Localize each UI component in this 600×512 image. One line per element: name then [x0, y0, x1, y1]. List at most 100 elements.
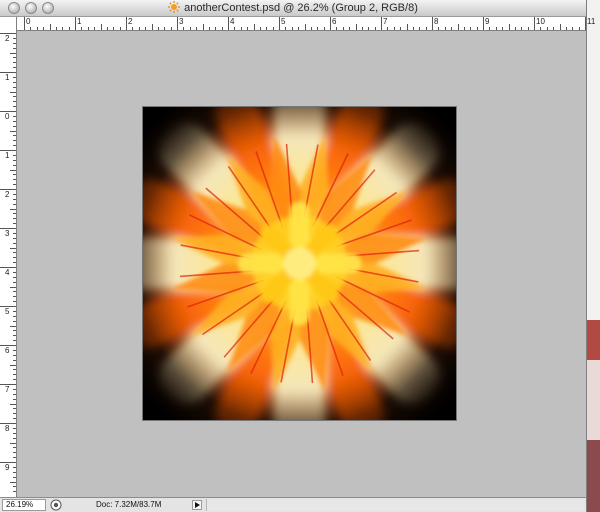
- zoom-field[interactable]: 26.19%: [2, 499, 46, 511]
- ruler-minor-tick: [10, 247, 16, 249]
- ruler-minor-tick: [310, 27, 312, 30]
- horizontal-scrollbar[interactable]: [206, 499, 584, 511]
- photoshop-document-icon: [168, 1, 181, 13]
- ruler-label: 7: [5, 385, 10, 394]
- ruler-major-tick: [279, 17, 280, 30]
- ruler-minor-tick: [425, 27, 427, 30]
- ruler-minor-tick: [13, 349, 16, 351]
- ruler-minor-tick: [49, 24, 51, 30]
- horizontal-ruler[interactable]: 0 1 2 3 4 5 6 7 8 9 10 11: [17, 17, 595, 31]
- ruler-minor-tick: [62, 27, 64, 30]
- ruler-minor-tick: [476, 27, 478, 30]
- ruler-minor-tick: [202, 24, 204, 30]
- ruler-minor-tick: [157, 27, 159, 30]
- ruler-minor-tick: [13, 330, 16, 332]
- ruler-minor-tick: [196, 27, 198, 30]
- ruler-minor-tick: [10, 403, 16, 405]
- ruler-minor-tick: [13, 447, 16, 449]
- ruler-minor-tick: [10, 481, 16, 483]
- ruler-minor-tick: [546, 27, 548, 30]
- ruler-minor-tick: [13, 257, 16, 259]
- ruler-minor-tick: [13, 340, 16, 342]
- ruler-label: 4: [230, 17, 235, 26]
- ruler-minor-tick: [13, 242, 16, 244]
- ruler-minor-tick: [10, 442, 16, 444]
- ruler-minor-tick: [451, 27, 453, 30]
- ruler-major-tick: [126, 17, 127, 30]
- ruler-minor-tick: [13, 374, 16, 376]
- ruler-minor-tick: [13, 198, 16, 200]
- ruler-minor-tick: [13, 120, 16, 122]
- ruler-minor-tick: [145, 27, 147, 30]
- ruler-label: 8: [434, 17, 439, 26]
- ruler-minor-tick: [13, 232, 16, 234]
- ruler-label: 7: [383, 17, 388, 26]
- ruler-minor-tick: [13, 218, 16, 220]
- ruler-minor-tick: [13, 476, 16, 478]
- window-title: anotherContest.psd @ 26.2% (Group 2, RGB…: [184, 2, 418, 14]
- ruler-minor-tick: [457, 24, 459, 30]
- ruler-label: 8: [5, 424, 10, 433]
- ruler-minor-tick: [13, 57, 16, 59]
- ruler-label: 1: [5, 151, 10, 160]
- ruler-minor-tick: [138, 27, 140, 30]
- ruler-minor-tick: [13, 81, 16, 83]
- quick-mask-icon[interactable]: [50, 499, 62, 511]
- kaleidoscope-flower-image[interactable]: [143, 107, 456, 420]
- ruler-minor-tick: [170, 27, 172, 30]
- ruler-minor-tick: [285, 27, 287, 30]
- ruler-minor-tick: [10, 169, 16, 171]
- ruler-minor-tick: [13, 398, 16, 400]
- ruler-minor-tick: [13, 452, 16, 454]
- ruler-minor-tick: [336, 27, 338, 30]
- ruler-minor-tick: [13, 140, 16, 142]
- ruler-minor-tick: [13, 184, 16, 186]
- ruler-minor-tick: [463, 27, 465, 30]
- ruler-minor-tick: [247, 27, 249, 30]
- title-bar[interactable]: anotherContest.psd @ 26.2% (Group 2, RGB…: [0, 0, 586, 17]
- document-window: anotherContest.psd @ 26.2% (Group 2, RGB…: [0, 0, 595, 512]
- ruler-minor-tick: [323, 27, 325, 30]
- status-bar: 26.19% Doc: 7.32M/83.7M: [0, 497, 586, 512]
- ruler-minor-tick: [13, 491, 16, 493]
- ruler-minor-tick: [253, 24, 255, 30]
- ruler-minor-tick: [489, 27, 491, 30]
- ruler-label: 10: [536, 17, 545, 26]
- ruler-minor-tick: [13, 159, 16, 161]
- ruler-minor-tick: [215, 27, 217, 30]
- document-size-info: Doc: 7.32M/83.7M: [96, 500, 162, 509]
- canvas-area[interactable]: [17, 31, 586, 497]
- vertical-ruler[interactable]: 2 1 0 1 2 3 4 5 6 7 8 9: [0, 17, 17, 497]
- ruler-minor-tick: [13, 101, 16, 103]
- ruler-minor-tick: [10, 325, 16, 327]
- ruler-minor-tick: [13, 262, 16, 264]
- ruler-minor-tick: [13, 408, 16, 410]
- ruler-minor-tick: [13, 432, 16, 434]
- ruler-minor-tick: [13, 213, 16, 215]
- ruler-label: 2: [128, 17, 133, 26]
- ruler-minor-tick: [68, 27, 70, 30]
- ruler-minor-tick: [578, 27, 580, 30]
- ruler-minor-tick: [13, 471, 16, 473]
- ruler-minor-tick: [13, 301, 16, 303]
- ruler-minor-tick: [13, 379, 16, 381]
- ruler-minor-tick: [13, 271, 16, 273]
- ruler-minor-tick: [13, 179, 16, 181]
- ruler-minor-tick: [13, 223, 16, 225]
- ruler-label: 5: [5, 307, 10, 316]
- ruler-minor-tick: [514, 27, 516, 30]
- ruler-minor-tick: [13, 62, 16, 64]
- ruler-minor-tick: [10, 52, 16, 54]
- ruler-minor-tick: [13, 388, 16, 390]
- ruler-minor-tick: [444, 27, 446, 30]
- triangle-right-icon[interactable]: [192, 500, 202, 510]
- ruler-minor-tick: [13, 125, 16, 127]
- ruler-minor-tick: [304, 24, 306, 30]
- ruler-minor-tick: [13, 164, 16, 166]
- ruler-minor-tick: [13, 96, 16, 98]
- ruler-minor-tick: [13, 393, 16, 395]
- ruler-minor-tick: [13, 115, 16, 117]
- ruler-minor-tick: [94, 27, 96, 30]
- ruler-minor-tick: [13, 354, 16, 356]
- ruler-label: 3: [5, 229, 10, 238]
